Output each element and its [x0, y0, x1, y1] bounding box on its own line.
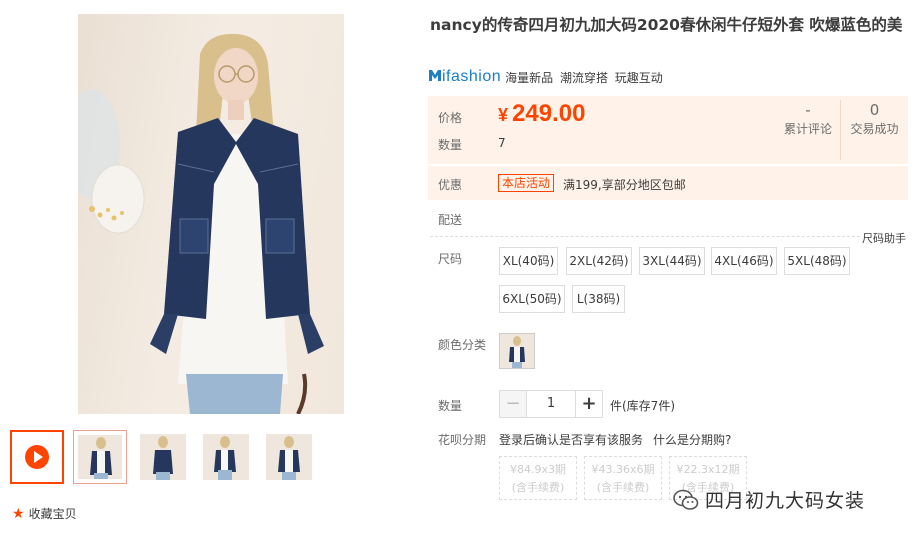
price-label: 价格 [438, 111, 463, 125]
watermark: 四月初九大码女装 [673, 486, 865, 513]
quantity-input[interactable]: 1 [527, 390, 575, 418]
huabei-note: 登录后确认是否享有该服务 [499, 433, 644, 447]
size-option-4xl[interactable]: 4XL(46码) [711, 247, 777, 275]
model-illustration [78, 33, 324, 414]
color-option-swatch[interactable] [499, 333, 535, 369]
video-thumbnail[interactable] [10, 430, 64, 484]
thumbnail-1[interactable] [73, 430, 127, 484]
product-title: nancy的传奇四月初九加大码2020春休闲牛仔短外套 吹爆蓝色的美 [430, 16, 903, 34]
huabei-label: 花呗分期 [438, 433, 487, 447]
color-label: 颜色分类 [438, 338, 487, 352]
divider [430, 236, 860, 237]
brand-tags: 海量新品 潮流穿搭 玩趣互动 [505, 70, 663, 85]
ifashion-logo: ifashion [428, 68, 501, 86]
sold-label: 数量 [438, 138, 463, 152]
review-count[interactable]: - 累计评论 [778, 100, 838, 137]
size-option-3xl[interactable]: 3XL(44码) [639, 247, 705, 275]
installment-option-6[interactable]: ¥43.36x6期 (含手续费) [584, 456, 662, 500]
size-option-xl[interactable]: XL(40码) [499, 247, 558, 275]
size-option-6xl[interactable]: 6XL(50码) [499, 285, 565, 313]
promo-label: 优惠 [438, 178, 463, 192]
shipping-label: 配送 [438, 213, 463, 227]
favorite-button[interactable]: ★ 收藏宝贝 [12, 505, 77, 522]
thumbnail-4[interactable] [262, 430, 316, 484]
sales-count: 0 交易成功 [840, 100, 908, 160]
brand-bar[interactable]: ifashion 海量新品 潮流穿搭 玩趣互动 [428, 68, 663, 86]
quantity-label: 数量 [438, 399, 463, 413]
quantity-decrement-button[interactable]: − [499, 390, 527, 418]
installment-option-3[interactable]: ¥84.9x3期 (含手续费) [499, 456, 577, 500]
size-option-2xl[interactable]: 2XL(42码) [566, 247, 632, 275]
thumbnail-3[interactable] [199, 430, 253, 484]
thumbnail-2[interactable] [136, 430, 190, 484]
price-value: ¥249.00 [498, 100, 586, 127]
sold-value: 7 [498, 136, 506, 150]
promo-panel: 优惠 本店活动 满199,享部分地区包邮 [428, 166, 908, 200]
promo-text: 满199,享部分地区包邮 [563, 178, 686, 192]
size-option-5xl[interactable]: 5XL(48码) [784, 247, 850, 275]
wechat-icon [673, 489, 699, 510]
star-icon: ★ [12, 505, 25, 522]
size-label: 尺码 [438, 252, 463, 266]
watermark-text: 四月初九大码女装 [705, 490, 866, 512]
quantity-increment-button[interactable]: + [575, 390, 603, 418]
ifashion-m-icon [429, 70, 441, 81]
quantity-stepper: − 1 + [499, 390, 603, 418]
installment-help-link[interactable]: 什么是分期购? [653, 431, 731, 448]
promo-badge[interactable]: 本店活动 [498, 174, 555, 192]
size-helper-link[interactable]: 尺码助手 [862, 230, 906, 246]
favorite-label: 收藏宝贝 [28, 507, 77, 521]
price-panel: 价格 ¥249.00 数量 7 - 累计评论 0 交易成功 [428, 96, 908, 164]
size-option-l[interactable]: L(38码) [572, 285, 625, 313]
stock-text: 件(库存7件) [610, 399, 675, 413]
main-product-image[interactable] [78, 14, 344, 414]
play-icon[interactable] [25, 445, 49, 469]
